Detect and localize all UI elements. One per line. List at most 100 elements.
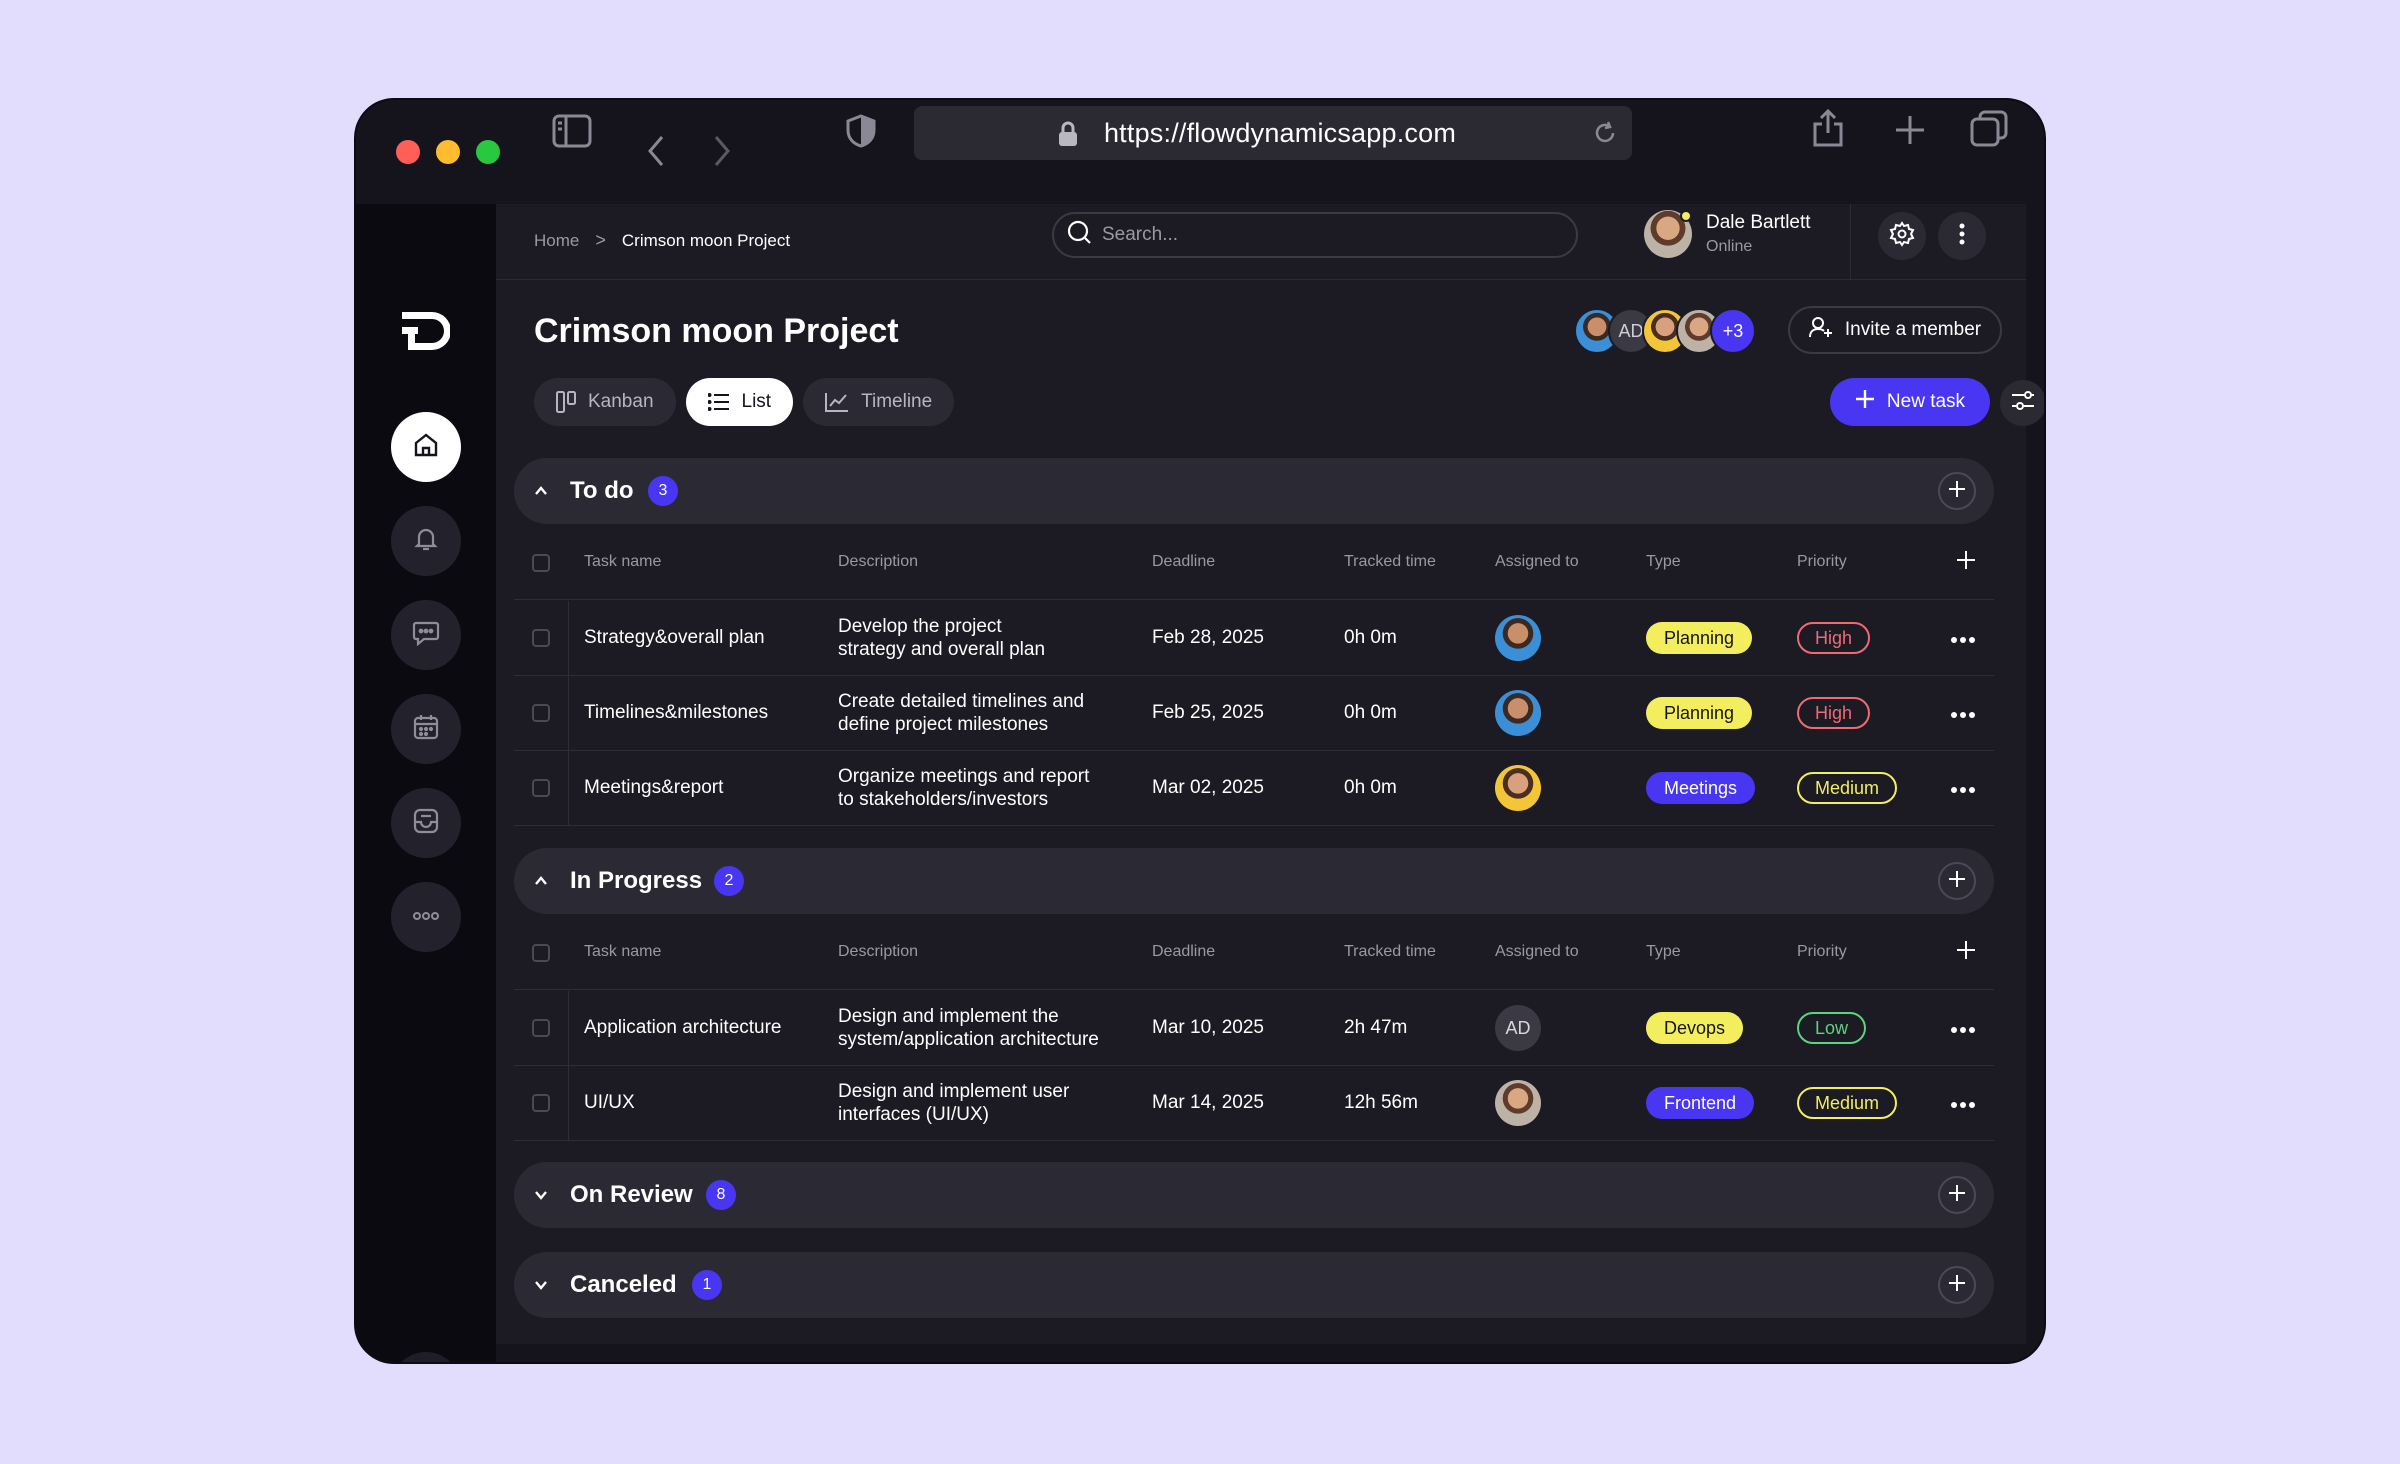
type-badge: Planning (1646, 697, 1753, 729)
new-task-button[interactable]: New task (1830, 378, 1990, 426)
url-text: https://flowdynamicsapp.com (1103, 117, 1457, 148)
share-icon[interactable] (1812, 108, 1844, 148)
row-checkbox[interactable] (532, 779, 550, 797)
assignee-avatar[interactable] (1495, 615, 1541, 661)
nav-home[interactable] (391, 412, 461, 482)
user-status: Online (1706, 238, 1753, 255)
assignee-avatar[interactable] (1495, 690, 1541, 736)
assignee-avatar[interactable] (1495, 765, 1541, 811)
row-checkbox[interactable] (532, 704, 550, 722)
tab-list[interactable]: List (685, 378, 794, 426)
chevron-right-icon[interactable] (712, 134, 732, 168)
reload-icon[interactable] (1592, 120, 1618, 151)
group-title: To do (570, 477, 634, 504)
search-input[interactable]: Search... (1052, 212, 1578, 258)
task-name: Application architecture (584, 1017, 782, 1038)
shield-icon[interactable] (846, 114, 876, 148)
assignee-avatar[interactable] (1495, 1080, 1541, 1126)
add-task-button[interactable] (1938, 1266, 1976, 1304)
tab-timeline[interactable]: Timeline (803, 378, 955, 426)
select-all-checkbox[interactable] (532, 944, 550, 962)
row-divider (568, 751, 569, 825)
chevron-down-icon[interactable] (534, 1274, 548, 1301)
nav-more[interactable] (391, 882, 461, 952)
task-name: Meetings&report (584, 777, 724, 798)
table-row[interactable]: Meetings&report Organize meetings and re… (514, 751, 1994, 826)
row-checkbox[interactable] (532, 1019, 550, 1037)
address-bar[interactable]: https://flowdynamicsapp.com (914, 106, 1632, 160)
filter-button[interactable] (2000, 380, 2044, 426)
row-more-icon[interactable] (1950, 1096, 1976, 1114)
nav-notifications[interactable] (391, 506, 461, 576)
table-row[interactable]: Strategy&overall plan Develop the projec… (514, 601, 1994, 676)
sidebar-toggle-icon[interactable] (552, 114, 592, 148)
browser-toolbar: https://flowdynamicsapp.com (356, 100, 2044, 204)
nav-inbox[interactable] (391, 788, 461, 858)
type-badge: Frontend (1646, 1087, 1755, 1119)
assignee-avatar-initials[interactable]: AD (1495, 1005, 1541, 1051)
more-options-button[interactable] (1938, 212, 1986, 260)
col-description: Description (838, 943, 919, 960)
page-title: Crimson moon Project (534, 312, 899, 350)
close-window-button[interactable] (396, 140, 420, 164)
maximize-window-button[interactable] (476, 140, 500, 164)
user-profile[interactable]: Dale Bartlett Online (1644, 210, 1811, 258)
tab-kanban[interactable]: Kanban (534, 378, 676, 426)
row-more-icon[interactable] (1950, 706, 1976, 724)
description-line: system/application architecture (838, 1029, 1099, 1050)
add-column-icon[interactable] (1956, 940, 1976, 965)
lock-icon (1058, 121, 1078, 152)
chevron-left-icon[interactable] (646, 134, 666, 168)
tabs-icon[interactable] (1970, 110, 2008, 148)
col-task-name: Task name (584, 553, 662, 570)
priority-badge: Low (1797, 1012, 1867, 1044)
chevron-up-icon[interactable] (534, 870, 548, 897)
minimize-window-button[interactable] (436, 140, 460, 164)
settings-button[interactable] (1878, 212, 1926, 260)
row-checkbox[interactable] (532, 1094, 550, 1112)
description-line: Design and implement the (838, 1006, 1059, 1027)
member-avatars[interactable]: AD +3 (1574, 308, 1756, 356)
task-name: Timelines&milestones (584, 702, 769, 723)
row-more-icon[interactable] (1950, 781, 1976, 799)
nav-messages[interactable] (391, 600, 461, 670)
group-header-on-review[interactable]: On Review 8 (514, 1162, 1994, 1228)
invite-member-button[interactable]: Invite a member (1788, 306, 2002, 354)
breadcrumb-home[interactable]: Home (534, 231, 579, 251)
add-task-button[interactable] (1938, 862, 1976, 900)
task-tracked-time: 12h 56m (1344, 1092, 1418, 1113)
priority-badge: Medium (1797, 772, 1898, 804)
row-more-icon[interactable] (1950, 631, 1976, 649)
app-logo[interactable] (402, 312, 451, 355)
group-header-todo[interactable]: To do 3 (514, 458, 1994, 524)
chevron-down-icon[interactable] (534, 1184, 548, 1211)
description-line: Create detailed timelines and (838, 691, 1085, 712)
expand-sidebar-button[interactable] (391, 1352, 461, 1362)
calendar-icon (412, 713, 440, 746)
plus-icon[interactable] (1894, 114, 1926, 146)
bell-icon (413, 526, 439, 557)
task-deadline: Mar 02, 2025 (1152, 777, 1264, 798)
table-row[interactable]: Timelines&milestones Create detailed tim… (514, 676, 1994, 751)
breadcrumb-current: Crimson moon Project (621, 230, 791, 250)
chevron-up-icon[interactable] (534, 480, 548, 507)
table-row[interactable]: Application architecture Design and impl… (514, 991, 1994, 1066)
table-row[interactable]: UI/UX Design and implement user interfac… (514, 1066, 1994, 1141)
task-tracked-time: 0h 0m (1344, 627, 1397, 648)
add-task-button[interactable] (1938, 1176, 1976, 1214)
select-all-checkbox[interactable] (532, 554, 550, 572)
breadcrumb-separator: > (595, 230, 606, 250)
add-column-icon[interactable] (1956, 550, 1976, 575)
group-header-in-progress[interactable]: In Progress 2 (514, 848, 1994, 914)
table-header: Task name Description Deadline Tracked t… (514, 916, 1994, 990)
row-checkbox[interactable] (532, 629, 550, 647)
col-deadline: Deadline (1152, 553, 1216, 570)
description-line: interfaces (UI/UX) (838, 1104, 989, 1125)
count-badge: 8 (706, 1180, 736, 1210)
add-task-button[interactable] (1938, 472, 1976, 510)
topbar-divider (1850, 204, 1851, 280)
nav-calendar[interactable] (391, 694, 461, 764)
priority-badge: Medium (1797, 1087, 1898, 1119)
group-header-canceled[interactable]: Canceled 1 (514, 1252, 1994, 1318)
row-more-icon[interactable] (1950, 1021, 1976, 1039)
